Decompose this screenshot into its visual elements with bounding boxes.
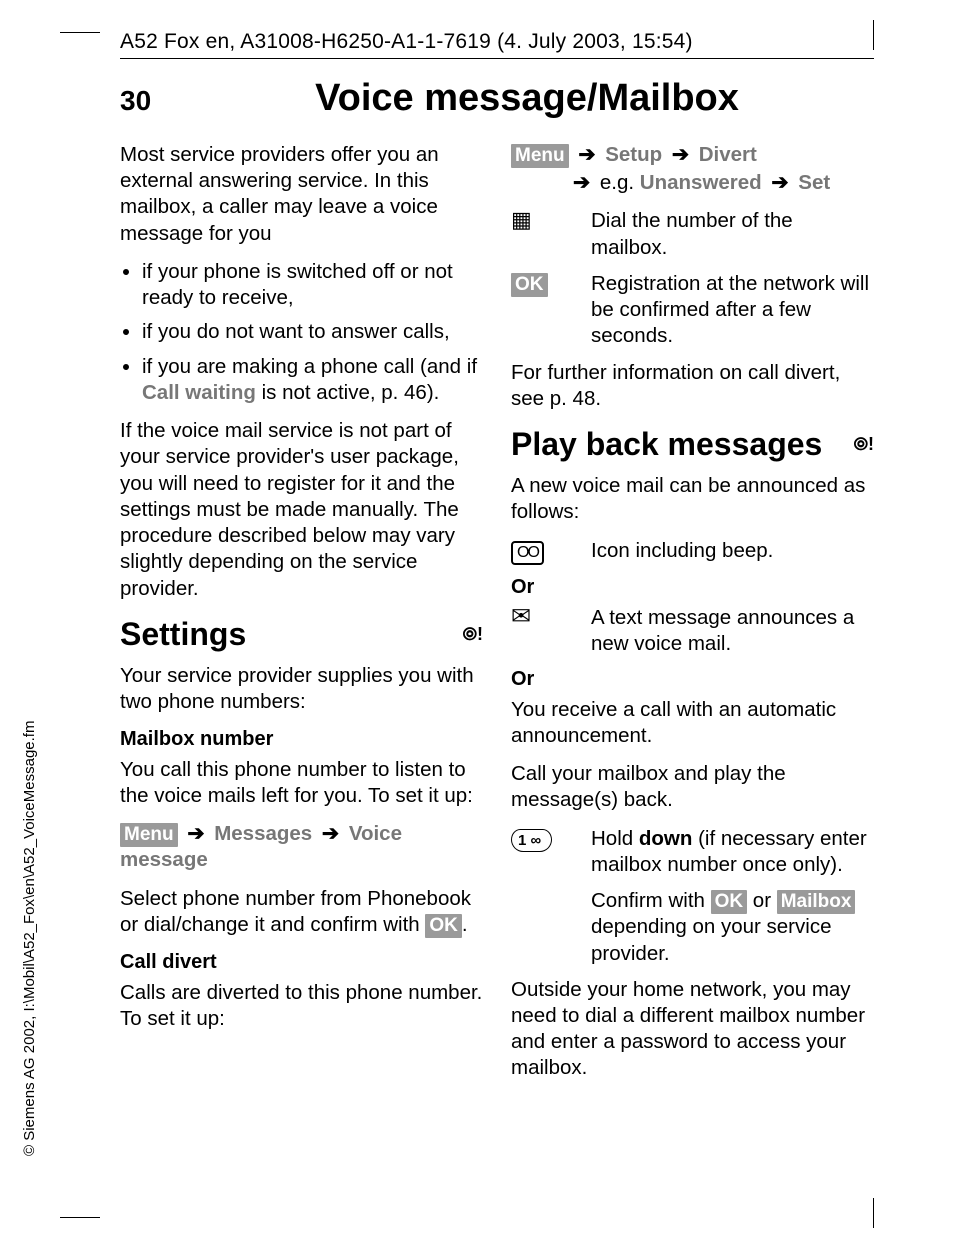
step-text: Dial the number of the mailbox. [591,208,874,260]
network-dependent-icon: ⦾! [463,623,483,646]
menu-chip: Menu [511,144,569,168]
running-header: A52 Fox en, A31008-H6250-A1-1-7619 (4. J… [120,30,874,59]
text: . [462,913,468,936]
text: or [747,889,777,912]
list-item: if your phone is switched off or not rea… [142,259,483,311]
left-column: Most service providers offer you an exte… [120,142,483,1094]
step-text: Icon including beep. [591,538,874,564]
arrow-icon: ➔ [573,170,590,196]
heading-text: Play back messages [511,424,822,465]
bold-text: down [639,827,693,850]
step-text: Confirm with OK or Mailbox depending on … [591,888,874,967]
ok-chip: OK [425,914,462,938]
ok-chip: OK [711,890,748,914]
step-row: ▦ Dial the number of the mailbox. [511,208,874,260]
content-columns: Most service providers offer you an exte… [120,142,874,1094]
step-text: Hold down (if necessary enter mailbox nu… [591,826,874,878]
ok-chip: OK [511,273,548,297]
mailbox-chip: Mailbox [777,890,856,914]
paragraph: Select phone number from Phonebook or di… [120,886,483,938]
step-row: ✉ A text message announces a new voice m… [511,605,874,657]
paragraph: Calls are diverted to this phone number.… [120,980,483,1032]
text: Confirm with [591,889,711,912]
intro-paragraph: Most service providers offer you an exte… [120,142,483,247]
text: is not active, p. 46). [256,381,439,404]
paragraph: You receive a call with an automatic ann… [511,697,874,749]
copyright-vertical: © Siemens AG 2002, I:\Mobil\A52_Fox\en\A… [21,721,38,1156]
paragraph: Your service provider supplies you with … [120,663,483,715]
voicemail-icon: OO [511,541,544,565]
call-waiting-label: Call waiting [142,381,256,404]
text: depending on your service provider. [591,915,831,964]
crop-mark [873,20,874,50]
crop-mark [60,1217,100,1218]
or-heading: Or [511,667,874,693]
paragraph: If the voice mail service is not part of… [120,418,483,602]
call-divert-heading: Call divert [120,950,483,976]
paragraph: Call your mailbox and play the message(s… [511,761,874,813]
arrow-icon: ➔ [322,821,339,847]
step-text: A text message announces a new voice mai… [591,605,874,657]
menu-step: Set [798,171,830,194]
message-icon: ✉ [511,603,531,630]
list-item: if you are making a phone call (and if C… [142,354,483,406]
step-row: 1 ∞ Hold down (if necessary enter mailbo… [511,826,874,878]
text: Select phone number from Phonebook or di… [120,887,471,936]
arrow-icon: ➔ [771,170,788,196]
menu-step: Unanswered [640,171,762,194]
page-number: 30 [120,85,180,117]
menu-path: Menu ➔ Messages ➔ Voice message [120,821,483,873]
key-1-icon: 1 ∞ [511,829,552,852]
menu-step: Divert [699,143,757,166]
or-heading: Or [511,575,874,601]
title-row: 30 Voice message/Mailbox [120,77,874,120]
paragraph: You call this phone number to listen to … [120,757,483,809]
menu-path-line2: ➔ e.g. Unanswered ➔ Set [511,170,874,196]
step-row: OO Icon including beep. [511,538,874,565]
play-back-heading: Play back messages ⦾! [511,424,874,465]
page: © Siemens AG 2002, I:\Mobil\A52_Fox\en\A… [0,0,954,1246]
crop-mark [873,1198,874,1228]
network-dependent-icon: ⦾! [854,433,874,456]
menu-chip: Menu [120,823,178,847]
text: Hold [591,827,639,850]
bullet-list: if your phone is switched off or not rea… [120,259,483,406]
settings-heading: Settings ⦾! [120,614,483,655]
mailbox-number-heading: Mailbox number [120,727,483,753]
arrow-icon: ➔ [187,821,204,847]
step-row: Confirm with OK or Mailbox depending on … [511,888,874,967]
paragraph: Outside your home network, you may need … [511,977,874,1082]
right-column: Menu ➔ Setup ➔ Divert ➔ e.g. Unanswered … [511,142,874,1094]
menu-step: Setup [605,143,662,166]
arrow-icon: ➔ [672,142,689,168]
menu-path: Menu ➔ Setup ➔ Divert [511,142,874,168]
crop-mark [60,32,100,33]
step-text: Registration at the network will be conf… [591,271,874,350]
heading-text: Settings [120,614,246,655]
page-title: Voice message/Mailbox [180,77,874,120]
step-row: OK Registration at the network will be c… [511,271,874,350]
paragraph: A new voice mail can be announced as fol… [511,473,874,525]
keypad-icon: ▦ [511,209,532,231]
arrow-icon: ➔ [578,142,595,168]
list-item: if you do not want to answer calls, [142,319,483,345]
text: e.g. [600,171,634,194]
menu-step: Messages [214,822,312,845]
paragraph: For further information on call divert, … [511,360,874,412]
text: if you are making a phone call (and if [142,355,477,378]
